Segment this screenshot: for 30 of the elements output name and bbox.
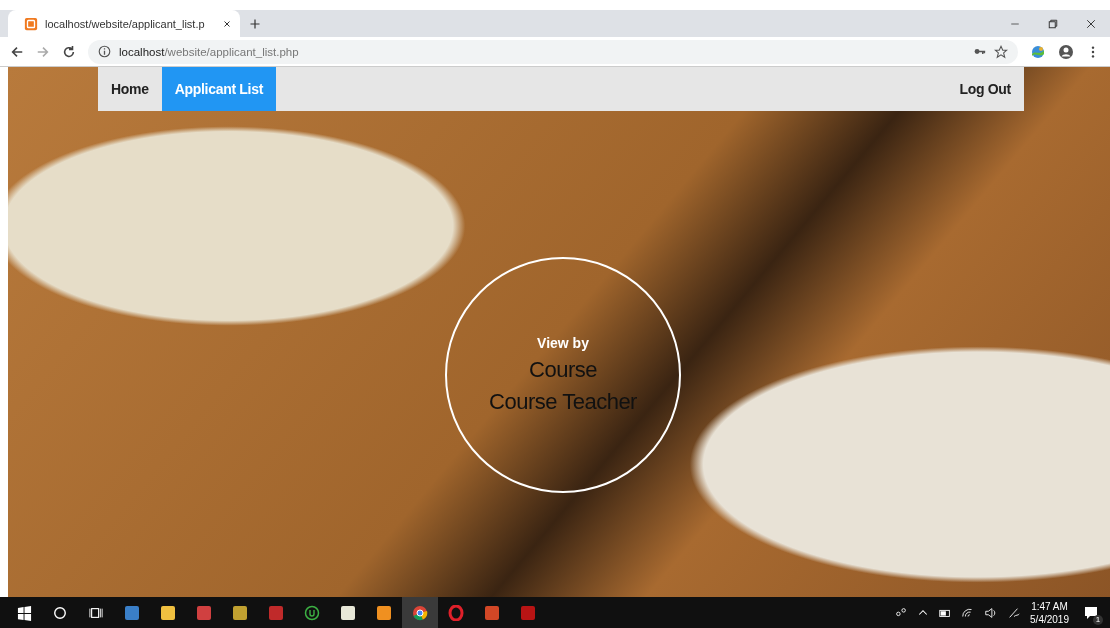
address-bar[interactable]: localhost/website/applicant_list.php <box>88 39 1018 64</box>
logout-link[interactable]: Log Out <box>946 67 1024 111</box>
extension-icon <box>1030 43 1046 60</box>
search-icon <box>53 606 67 620</box>
favicon-icon <box>24 16 38 31</box>
close-icon <box>222 18 232 29</box>
view-by-heading: View by <box>537 335 589 351</box>
close-icon <box>1085 17 1097 30</box>
app-icon <box>304 605 320 621</box>
notification-count: 1 <box>1093 615 1103 625</box>
plus-icon <box>249 17 261 30</box>
app-icon[interactable] <box>124 605 140 621</box>
task-view-icon <box>89 606 103 620</box>
clock[interactable]: 1:47 AM 5/4/2019 <box>1030 600 1069 626</box>
reload-icon <box>62 44 76 59</box>
account-icon <box>1058 43 1074 60</box>
url-text: localhost/website/applicant_list.php <box>119 45 299 58</box>
opera-icon <box>448 605 464 621</box>
forward-icon <box>36 44 50 59</box>
nav-link[interactable]: Home <box>98 67 162 111</box>
back-icon <box>10 44 24 59</box>
windows-start-icon <box>16 605 32 621</box>
chrome-icon <box>412 605 428 621</box>
app-icon[interactable] <box>196 605 212 621</box>
restore-icon <box>1047 17 1059 30</box>
star-icon <box>994 44 1008 59</box>
browser-tab[interactable]: localhost/website/applicant_list.p <box>8 10 240 37</box>
pen-icon <box>1007 606 1022 620</box>
info-icon <box>98 45 111 58</box>
notification-icon <box>1083 605 1099 621</box>
